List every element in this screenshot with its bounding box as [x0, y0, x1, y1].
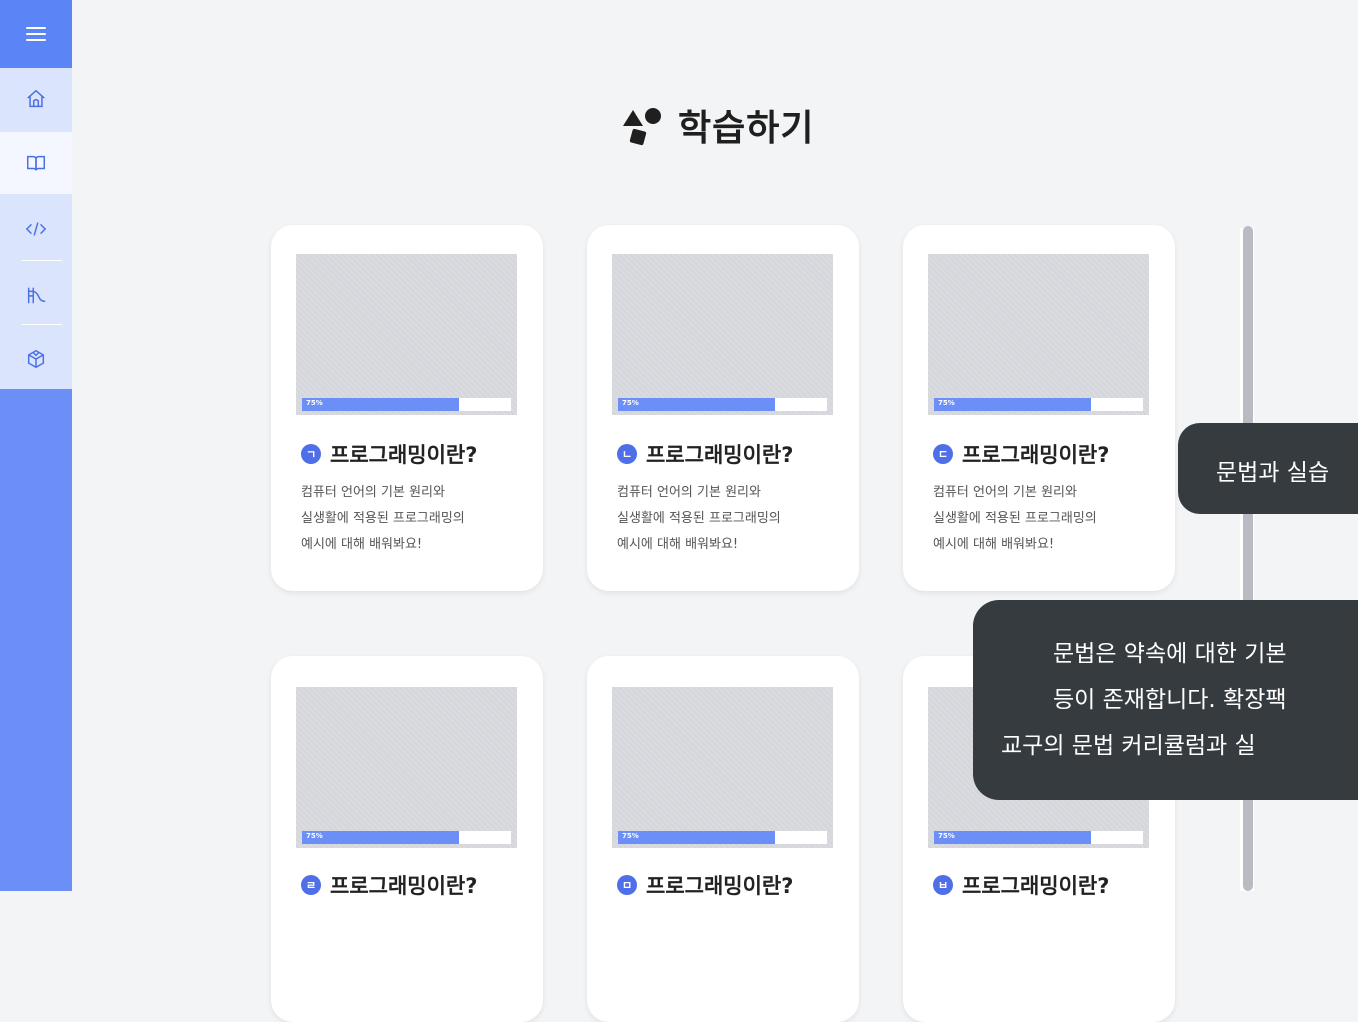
code-icon — [25, 222, 47, 236]
progress-fill — [618, 831, 775, 844]
description-line: 예시에 대해 배워봐요! — [617, 537, 739, 552]
progress-fill — [302, 398, 459, 411]
progress-bar: 75% — [618, 831, 827, 844]
progress-label: 75% — [306, 399, 323, 407]
lesson-card[interactable]: 75% ㄱ 프로그래밍이란? 컴퓨터 언어의 기본 원리와 실생활에 적용된 프… — [271, 225, 543, 591]
lesson-thumbnail: 75% — [928, 254, 1149, 415]
lesson-title: ㄷ 프로그래밍이란? — [933, 439, 1109, 469]
description-line: 실생활에 적용된 프로그래밍의 — [617, 511, 781, 526]
book-icon — [27, 155, 45, 171]
progress-fill — [302, 831, 459, 844]
progress-fill — [934, 398, 1091, 411]
sidebar — [0, 0, 72, 891]
tooltip-line: 등이 존재합니다. 확장팩 — [1053, 687, 1287, 713]
lesson-badge: ㄹ — [301, 875, 321, 895]
slide-icon — [27, 287, 46, 304]
sidebar-item-kit[interactable] — [0, 328, 72, 390]
lesson-title: ㅁ 프로그래밍이란? — [617, 870, 793, 900]
sidebar-divider — [22, 324, 62, 325]
lesson-thumbnail: 75% — [612, 687, 833, 848]
lesson-thumbnail: 75% — [296, 254, 517, 415]
progress-label: 75% — [306, 832, 323, 840]
home-icon — [27, 89, 45, 108]
lesson-card[interactable]: 75% ㄷ 프로그래밍이란? 컴퓨터 언어의 기본 원리와 실생활에 적용된 프… — [903, 225, 1175, 591]
progress-bar: 75% — [934, 398, 1143, 411]
progress-bar: 75% — [934, 831, 1143, 844]
page-header: 학습하기 — [620, 100, 814, 150]
menu-button[interactable] — [0, 0, 72, 68]
lesson-card[interactable]: 75% ㄹ 프로그래밍이란? — [271, 656, 543, 1022]
progress-fill — [618, 398, 775, 411]
lesson-thumbnail: 75% — [296, 687, 517, 848]
tooltip-text: 문법과 실습 — [1216, 460, 1330, 486]
lesson-badge: ㅂ — [933, 875, 953, 895]
progress-label: 75% — [622, 832, 639, 840]
lesson-title-text: 프로그래밍이란? — [646, 443, 794, 467]
sidebar-item-playground[interactable] — [0, 264, 72, 326]
lesson-thumbnail: 75% — [612, 254, 833, 415]
description-line: 실생활에 적용된 프로그래밍의 — [933, 511, 1097, 526]
lesson-card[interactable]: 75% ㅁ 프로그래밍이란? — [587, 656, 859, 1022]
page-title: 학습하기 — [678, 108, 815, 149]
progress-label: 75% — [938, 399, 955, 407]
lesson-title: ㄹ 프로그래밍이란? — [301, 870, 477, 900]
sidebar-divider — [22, 260, 62, 261]
progress-label: 75% — [938, 832, 955, 840]
progress-bar: 75% — [618, 398, 827, 411]
description-line: 컴퓨터 언어의 기본 원리와 — [617, 485, 761, 500]
tooltip-long: 문법은 약속에 대한 기본 등이 존재합니다. 확장팩 교구의 문법 커리큘럼과… — [973, 600, 1358, 800]
lesson-badge: ㅁ — [617, 875, 637, 895]
lesson-title-text: 프로그래밍이란? — [330, 874, 478, 898]
lesson-badge: ㄷ — [933, 444, 953, 464]
tooltip-line: 교구의 문법 커리큘럼과 실 — [1001, 733, 1256, 759]
lesson-card[interactable]: 75% ㄴ 프로그래밍이란? 컴퓨터 언어의 기본 원리와 실생활에 적용된 프… — [587, 225, 859, 591]
sidebar-item-learn[interactable] — [0, 132, 72, 194]
box-icon — [27, 349, 45, 369]
progress-label: 75% — [622, 399, 639, 407]
hamburger-icon — [26, 23, 46, 45]
progress-fill — [934, 831, 1091, 844]
lesson-title-text: 프로그래밍이란? — [962, 443, 1110, 467]
description-line: 예시에 대해 배워봐요! — [933, 537, 1055, 552]
description-line: 예시에 대해 배워봐요! — [301, 537, 423, 552]
lesson-title-text: 프로그래밍이란? — [330, 443, 478, 467]
progress-bar: 75% — [302, 398, 511, 411]
lesson-title: ㄱ 프로그래밍이란? — [301, 439, 477, 469]
sidebar-nav — [0, 68, 72, 389]
shapes-icon — [623, 108, 661, 146]
lesson-title: ㅂ 프로그래밍이란? — [933, 870, 1109, 900]
lesson-title-text: 프로그래밍이란? — [646, 874, 794, 898]
tooltip-short: 문법과 실습 — [1178, 423, 1358, 514]
lesson-title-text: 프로그래밍이란? — [962, 874, 1110, 898]
lesson-description: 컴퓨터 언어의 기본 원리와 실생활에 적용된 프로그래밍의 예시에 대해 배워… — [617, 480, 847, 558]
description-line: 실생활에 적용된 프로그래밍의 — [301, 511, 465, 526]
progress-bar: 75% — [302, 831, 511, 844]
sidebar-item-home[interactable] — [0, 68, 72, 130]
description-line: 컴퓨터 언어의 기본 원리와 — [933, 485, 1077, 500]
lesson-badge: ㄴ — [617, 444, 637, 464]
lesson-title: ㄴ 프로그래밍이란? — [617, 439, 793, 469]
lesson-badge: ㄱ — [301, 444, 321, 464]
sidebar-item-code[interactable] — [0, 198, 72, 260]
tooltip-line: 문법은 약속에 대한 기본 — [1053, 641, 1287, 667]
description-line: 컴퓨터 언어의 기본 원리와 — [301, 485, 445, 500]
lesson-description: 컴퓨터 언어의 기본 원리와 실생활에 적용된 프로그래밍의 예시에 대해 배워… — [933, 480, 1163, 558]
lesson-description: 컴퓨터 언어의 기본 원리와 실생활에 적용된 프로그래밍의 예시에 대해 배워… — [301, 480, 531, 558]
